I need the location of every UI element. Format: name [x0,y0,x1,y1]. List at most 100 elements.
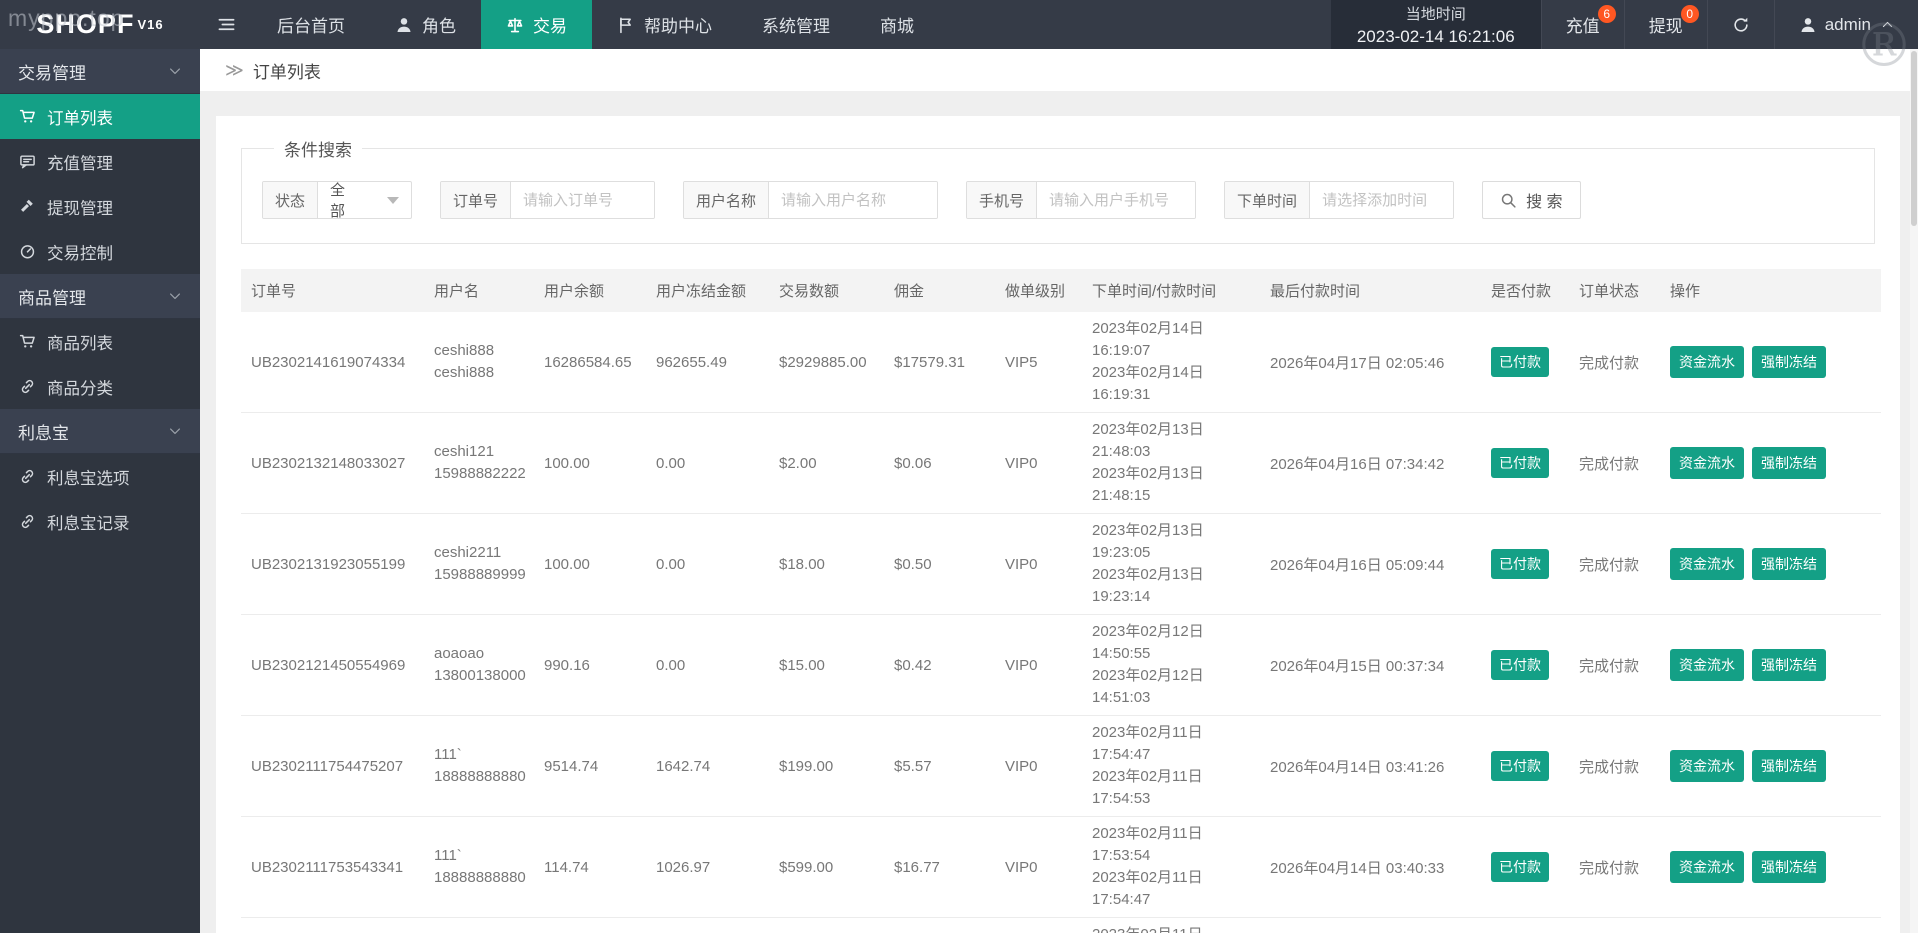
force-freeze-button[interactable]: 强制冻结 [1752,346,1826,378]
logo-version: V16 [137,17,164,32]
sidebar-item-label: 利息宝选项 [47,469,130,488]
column-header: 用户名 [424,269,534,312]
order-no-input[interactable] [511,182,655,218]
chevron-down-icon [168,64,182,78]
last-pay-time: 2026年04月14日 03:41:26 [1270,758,1445,776]
menu-toggle-icon[interactable] [200,0,252,49]
status-select[interactable]: 全部 [318,182,411,218]
force-freeze-button[interactable]: 强制冻结 [1752,750,1826,782]
paid-badge[interactable]: 已付款 [1491,448,1549,478]
refresh-icon [1732,16,1750,34]
table-header-row: 订单号 用户名 用户余额 用户冻结金额 交易数额 佣金 做单级别 下单时间/付款时间 最后付款时… [241,269,1881,312]
order-time: 2023年02月14日 16:19:07 [1092,320,1204,359]
sidebar-item-goods-list[interactable]: 商品列表 [0,319,200,364]
sidebar-group-lixibao[interactable]: 利息宝 [0,409,200,454]
column-header: 交易数额 [769,269,884,312]
paid-badge[interactable]: 已付款 [1491,347,1549,377]
top-nav: 后台首页 角色 交易 帮助中心 系统管理 商城 [252,0,939,49]
nav-label: 角色 [422,17,456,36]
column-header: 做单级别 [995,269,1082,312]
withdraw-button[interactable]: 提现 0 [1623,0,1707,49]
sidebar-item-label: 交易控制 [47,244,113,263]
gauge-icon [19,243,36,260]
nav-item-home[interactable]: 后台首页 [252,0,370,49]
main-area: ≫ 订单列表 条件搜索 状态 全部 订单号 用户名称 手机号 下单时间 搜 索 [200,49,1918,933]
sidebar-item-lixibao-options[interactable]: 利息宝选项 [0,454,200,499]
sidebar: 交易管理 订单列表 充值管理提现管理交易控制商品管理 商品列表 商品分类 利息宝利息宝选项… [0,49,200,933]
user-name: 111` [434,847,462,864]
order-status: 完成付款 [1579,455,1640,473]
fund-flow-button[interactable]: 资金流水 [1670,750,1744,782]
paid-badge[interactable]: 已付款 [1491,650,1549,680]
fund-flow-button[interactable]: 资金流水 [1670,649,1744,681]
logo-text: SHOPF [36,9,135,39]
sidebar-item-order-list[interactable]: 订单列表 [0,94,200,139]
recharge-label: 充值 [1565,17,1600,36]
user-phone: 15988882222 [434,465,526,482]
order-no: UB2302121450554969 [251,656,406,674]
paid-badge[interactable]: 已付款 [1491,751,1549,781]
search-legend: 条件搜索 [284,141,352,160]
username-input[interactable] [769,182,938,218]
user-name: ceshi2211 [434,544,502,561]
nav-item-trade[interactable]: 交易 [481,0,592,49]
sidebar-group-trade-manage[interactable]: 交易管理 [0,49,200,94]
user-phone: 13800138000 [434,667,526,684]
column-header: 最后付款时间 [1260,269,1481,312]
commission: $0.06 [894,454,932,472]
scrollbar-thumb[interactable] [1911,51,1917,226]
recharge-button[interactable]: 充值 6 [1540,0,1624,49]
order-status: 完成付款 [1579,758,1640,776]
status-label: 状态 [263,182,319,218]
recharge-badge: 6 [1597,5,1616,23]
user-cell: 111` 18888888880 [434,744,526,788]
user-balance: 100.00 [544,454,590,472]
order-times: 2023年02月13日 21:48:03 2023年02月13日 21:48:15 [1092,419,1250,507]
paid-badge[interactable]: 已付款 [1491,549,1549,579]
sidebar-item-trade-control[interactable]: 交易控制 [0,229,200,274]
sidebar-group-goods-manage[interactable]: 商品管理 [0,274,200,319]
fund-flow-button[interactable]: 资金流水 [1670,851,1744,883]
user-menu[interactable]: admin [1773,0,1918,49]
nav-item-mall[interactable]: 商城 [855,0,939,49]
order-time-input[interactable] [1310,182,1454,218]
hammer-icon [19,198,36,215]
fund-flow-button[interactable]: 资金流水 [1670,447,1744,479]
trade-amount: $18.00 [779,555,825,573]
nav-label: 系统管理 [762,17,830,36]
paid-badge[interactable]: 已付款 [1491,852,1549,882]
user-cell: ceshi888 ceshi888 [434,340,524,384]
order-time: 2023年02月13日 21:48:03 [1092,421,1204,460]
link-icon [19,513,36,530]
force-freeze-button[interactable]: 强制冻结 [1752,548,1826,580]
fund-flow-button[interactable]: 资金流水 [1670,548,1744,580]
sidebar-item-label: 提现管理 [47,199,113,218]
force-freeze-button[interactable]: 强制冻结 [1752,851,1826,883]
order-time: 2023年02月12日 14:50:55 [1092,623,1204,662]
commission: $0.50 [894,555,932,573]
sidebar-item-withdraw-manage[interactable]: 提现管理 [0,184,200,229]
user-balance: 16286584.65 [544,353,632,371]
phone-input[interactable] [1037,182,1196,218]
order-no-label: 订单号 [441,182,512,218]
sidebar-item-goods-category[interactable]: 商品分类 [0,364,200,409]
card-icon [19,153,36,170]
nav-item-help-center[interactable]: 帮助中心 [592,0,737,49]
last-pay-time: 2026年04月17日 02:05:46 [1270,354,1445,372]
commission: $5.57 [894,757,932,775]
nav-item-roles[interactable]: 角色 [370,0,481,49]
search-button[interactable]: 搜 索 [1482,181,1581,219]
sidebar-item-recharge-manage[interactable]: 充值管理 [0,139,200,184]
force-freeze-button[interactable]: 强制冻结 [1752,447,1826,479]
nav-item-system[interactable]: 系统管理 [737,0,855,49]
force-freeze-button[interactable]: 强制冻结 [1752,649,1826,681]
order-no: UB2302131923055199 [251,555,406,573]
fund-flow-button[interactable]: 资金流水 [1670,346,1744,378]
trade-amount: $15.00 [779,656,825,674]
page-scrollbar[interactable] [1910,49,1918,933]
refresh-button[interactable] [1706,0,1774,49]
order-times: 2023年02月13日 19:23:05 2023年02月13日 19:23:14 [1092,520,1250,608]
local-time-block: 当地时间 2023-02-14 16:21:06 [1330,0,1541,49]
order-times: 2023年02月11日 17:53:482023年02月11日 17:53:54 [1092,924,1250,933]
sidebar-item-lixibao-records[interactable]: 利息宝记录 [0,499,200,544]
